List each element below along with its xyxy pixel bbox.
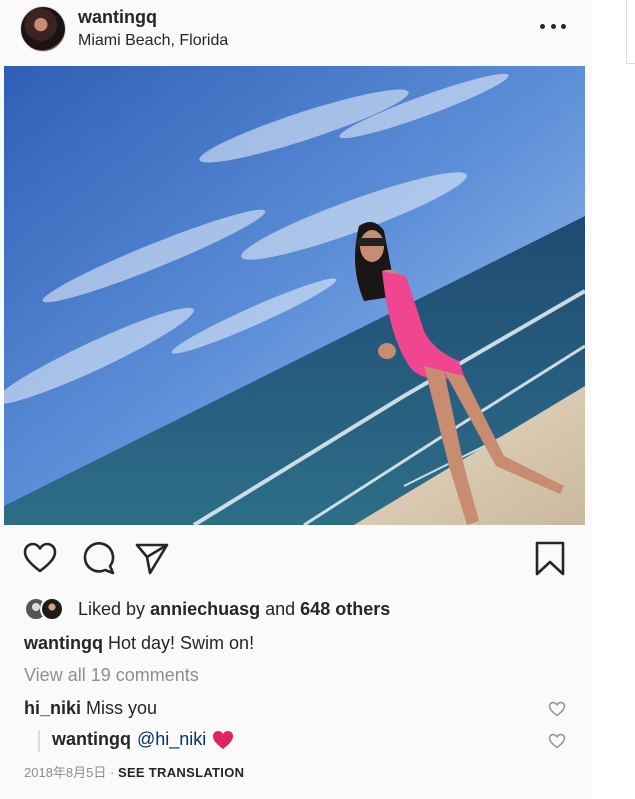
small-heart-icon[interactable] <box>548 701 566 717</box>
likes-connector: and <box>265 598 296 619</box>
reply-item: wantingq @hi_niki <box>52 729 234 750</box>
post-date: 2018年8月5日 <box>24 765 107 780</box>
comment-text: Miss you <box>86 698 158 718</box>
comment-item: hi_niki Miss you <box>24 698 157 719</box>
comment-username[interactable]: hi_niki <box>24 698 81 718</box>
small-heart-icon[interactable] <box>548 733 566 749</box>
caption: wantingq Hot day! Swim on! <box>24 633 254 654</box>
likes-summary: Liked by anniechuasg and 648 others <box>24 596 390 622</box>
post-location[interactable]: Miami Beach, Florida <box>78 32 228 50</box>
post-photo[interactable] <box>4 66 585 525</box>
post-date-row: 2018年8月5日 · SEE TRANSLATION <box>24 762 244 781</box>
liker-username[interactable]: anniechuasg <box>150 599 260 620</box>
heart-icon[interactable] <box>22 540 58 576</box>
liker-avatars[interactable] <box>24 597 72 621</box>
likes-prefix: Liked by <box>78 598 146 619</box>
post-username[interactable]: wantingq <box>78 7 157 28</box>
more-icon[interactable] <box>540 16 566 36</box>
likes-others[interactable]: 648 others <box>300 599 390 620</box>
instagram-post: wantingq Miami Beach, Florida Liked by a… <box>0 0 592 799</box>
caption-text: Hot day! Swim on! <box>108 633 255 653</box>
reply-username[interactable]: wantingq <box>52 729 131 750</box>
adjacent-panel-edge <box>626 0 635 64</box>
caption-username[interactable]: wantingq <box>24 633 103 653</box>
share-icon[interactable] <box>134 540 170 576</box>
action-bar <box>0 540 592 580</box>
reply-indent-bar <box>38 730 40 752</box>
see-translation-link[interactable]: SEE TRANSLATION <box>118 765 244 780</box>
comment-icon[interactable] <box>80 540 116 576</box>
date-separator: · <box>110 765 115 780</box>
bookmark-icon[interactable] <box>532 540 568 576</box>
reply-mention[interactable]: @hi_niki <box>137 729 206 750</box>
avatar[interactable] <box>20 6 66 52</box>
view-all-comments-link[interactable]: View all 19 comments <box>24 665 199 686</box>
post-header: wantingq Miami Beach, Florida <box>0 0 592 62</box>
red-heart-emoji <box>213 730 234 749</box>
